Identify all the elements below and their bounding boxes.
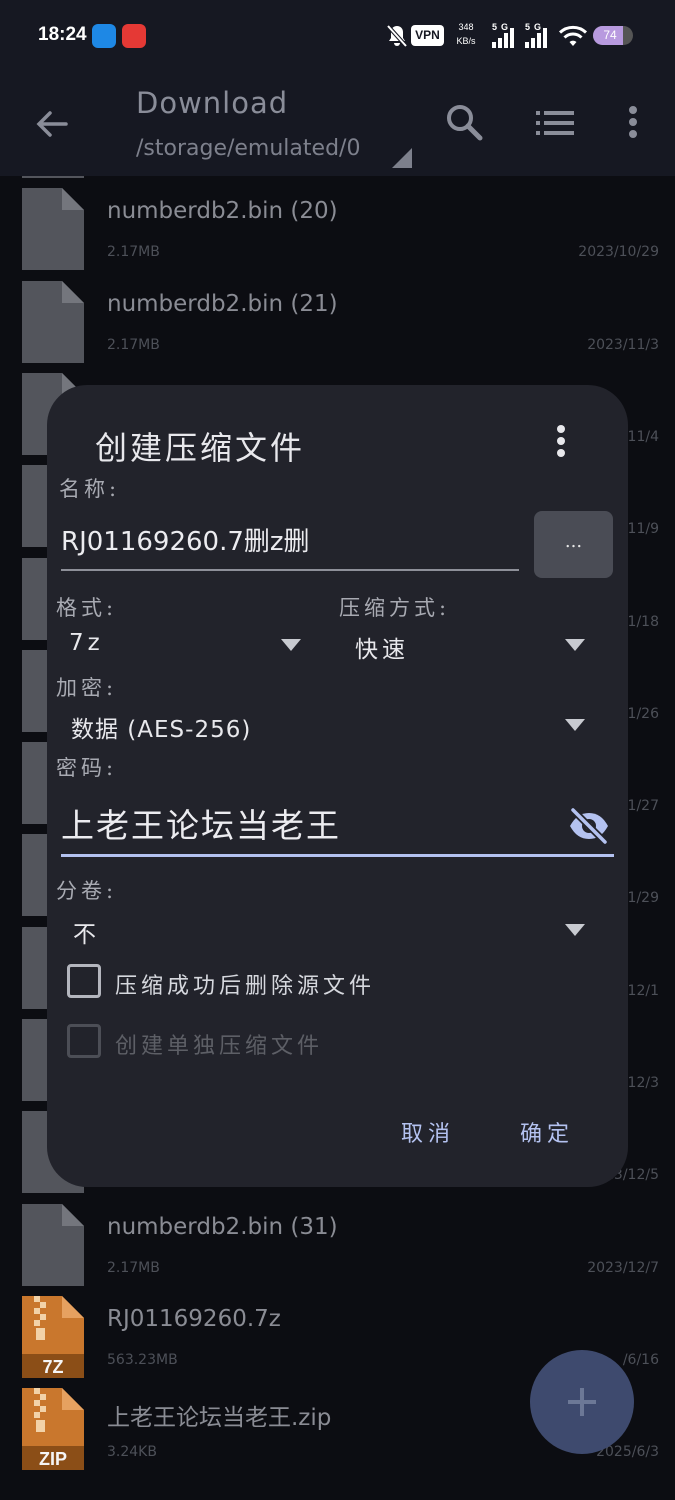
app-notification-icon [92,24,116,48]
name-label: 名称: [59,477,121,501]
split-label: 分卷: [56,879,118,903]
cancel-button[interactable]: 取消 [401,1116,455,1148]
compression-method-value: 快速 [355,637,409,663]
file-list-item[interactable]: numberdb2.bin (21) 2.17MB 2023/11/3 [0,277,675,370]
file-icon [22,188,84,271]
chevron-down-icon [281,639,301,651]
archive-name-input[interactable]: RJ01169260.7删z删 [61,513,519,571]
chevron-down-icon [565,924,585,936]
chevron-down-icon [565,639,585,651]
file-size: 563.23MB [107,1351,178,1368]
plus-icon [568,1388,596,1416]
file-size: 2.17MB [107,336,160,353]
file-name: numberdb2.bin (20) [107,198,338,225]
compression-method-label: 压缩方式: [339,596,451,620]
delete-source-checkbox[interactable] [67,964,101,998]
file-name: numberdb2.bin (21) [107,290,338,317]
separate-archive-checkbox [67,1024,101,1058]
file-list-item[interactable]: numberdb2.bin (20) 2.17MB 2023/10/29 [0,184,675,277]
ok-button[interactable]: 确定 [520,1116,574,1148]
file-date: 2023/11/3 [587,336,659,353]
file-date: 11/9 [627,521,659,538]
archive-file-icon: 7Z [22,1295,84,1378]
status-bar: 18:24 VPN 348 KB/s 5G 5G 74 [0,0,675,72]
mute-icon [386,24,408,48]
file-name: RJ01169260.7z [107,1305,281,1332]
dropdown-triangle-icon[interactable] [392,148,414,168]
encryption-label: 加密: [56,676,118,700]
folder-title: Download [136,86,289,120]
create-archive-dialog: 创建压缩文件 名称: RJ01169260.7删z删 ... 格式: 压缩方式:… [47,385,628,1187]
status-time: 18:24 [38,24,87,45]
file-date: 2023/12/7 [587,1259,659,1276]
add-fab-button[interactable] [530,1350,634,1454]
password-label: 密码: [56,756,118,780]
delete-source-label[interactable]: 压缩成功后删除源文件 [115,968,375,1000]
file-icon [22,280,84,363]
search-icon[interactable] [444,102,484,142]
file-icon [22,1203,84,1286]
back-arrow-icon[interactable] [32,104,72,144]
folder-path[interactable]: /storage/emulated/0 [136,136,360,161]
wifi-icon [558,25,588,46]
archive-badge: ZIP [39,1449,67,1469]
separate-archive-label: 创建单独压缩文件 [115,1034,324,1059]
file-size: 2.17MB [107,244,160,261]
file-name: 上老王论坛当老王.zip [107,1405,332,1432]
archive-file-icon: ZIP [22,1388,84,1471]
chevron-down-icon [565,719,585,731]
battery-icon: 74 [593,26,633,45]
file-date: 11/4 [627,428,659,445]
file-date: /12/1 [622,982,659,999]
network-speed: 348 KB/s [456,22,476,46]
visibility-off-icon[interactable] [567,804,611,848]
archive-badge: 7Z [42,1357,63,1377]
signal-icon: 5G [492,22,520,48]
list-view-icon[interactable] [534,106,576,140]
app-bar: Download /storage/emulated/0 [0,72,675,176]
file-name: numberdb2.bin (31) [107,1213,338,1240]
file-date: /6/16 [622,1351,659,1368]
file-date: 2023/10/29 [578,244,659,261]
vpn-badge: VPN [411,25,444,46]
file-icon [22,176,84,178]
encryption-value: 数据 (AES-256) [71,717,252,743]
file-date: /12/3 [622,1075,659,1091]
more-vert-icon[interactable] [549,423,573,459]
dialog-title: 创建压缩文件 [95,429,306,467]
signal-icon: 5G [525,22,553,48]
file-list-item[interactable]: numberdb2.bin (31) 2.17MB 2023/12/7 [0,1200,675,1293]
more-vert-icon[interactable] [620,102,646,142]
password-input[interactable]: 上老王论坛当老王 [61,797,614,857]
browse-button[interactable]: ... [534,511,613,578]
split-value: 不 [73,922,100,948]
format-label: 格式: [56,596,118,620]
file-size: 3.24KB [107,1444,157,1461]
app-notification-icon [122,24,146,48]
file-size: 2.17MB [107,1259,160,1276]
format-value: 7z [69,630,104,656]
